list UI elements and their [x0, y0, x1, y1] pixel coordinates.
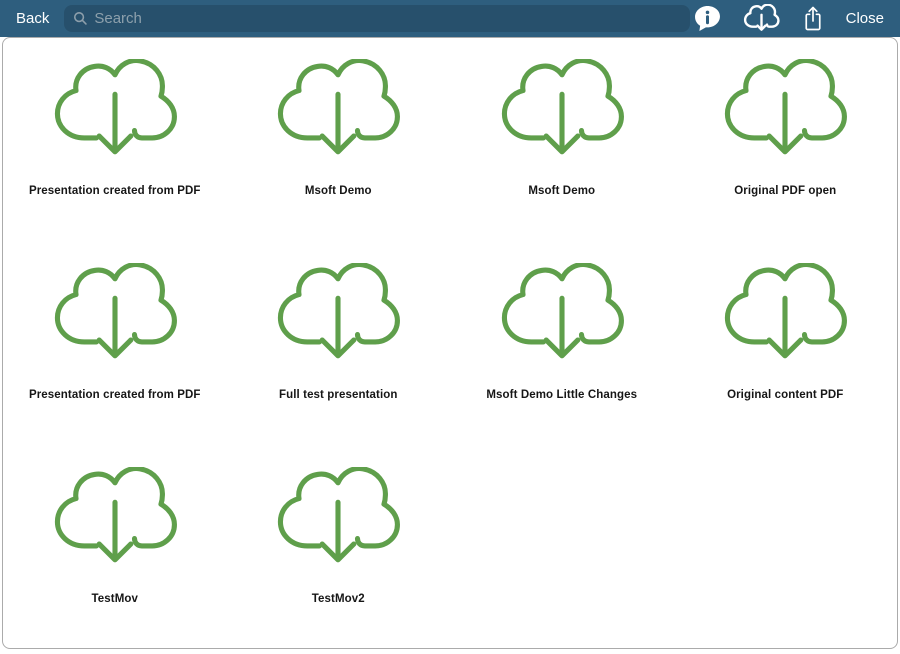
- cloud-download-icon: [273, 59, 403, 159]
- cloud-download-icon: [50, 467, 180, 567]
- file-name: TestMov2: [311, 593, 365, 606]
- file-item[interactable]: Msoft Demo Little Changes: [450, 263, 674, 467]
- file-item[interactable]: Presentation created from PDF: [3, 263, 227, 467]
- share-button[interactable]: [802, 5, 824, 32]
- toolbar: Back Search Close: [0, 0, 900, 37]
- file-name: TestMov: [91, 593, 138, 606]
- cloud-download-button[interactable]: [743, 4, 780, 33]
- info-button[interactable]: [694, 5, 721, 32]
- file-name: Msoft Demo: [304, 185, 372, 198]
- file-name: Original PDF open: [734, 185, 837, 198]
- file-item[interactable]: Msoft Demo: [227, 59, 451, 263]
- cloud-download-icon: [50, 263, 180, 363]
- cloud-download-toolbar-icon: [743, 4, 780, 31]
- share-icon: [805, 6, 821, 31]
- search-icon: [74, 11, 88, 25]
- cloud-download-icon: [273, 467, 403, 567]
- cloud-download-icon: [497, 263, 627, 363]
- info-speech-bubble-icon: [694, 6, 720, 31]
- content-panel: Presentation created from PDF Msoft Demo…: [2, 37, 898, 649]
- file-item[interactable]: Original PDF open: [674, 59, 898, 263]
- file-item[interactable]: Full test presentation: [227, 263, 451, 467]
- file-item[interactable]: TestMov: [3, 467, 227, 648]
- file-name: Msoft Demo Little Changes: [486, 389, 638, 402]
- close-button[interactable]: Close: [846, 11, 884, 26]
- cloud-download-icon: [720, 59, 850, 159]
- toolbar-actions: Close: [694, 4, 884, 33]
- search-field[interactable]: [64, 5, 691, 32]
- file-item[interactable]: TestMov2: [227, 467, 451, 648]
- file-name: Full test presentation: [279, 389, 398, 402]
- cloud-download-icon: [720, 263, 850, 363]
- file-name: Msoft Demo: [528, 185, 596, 198]
- file-grid: Presentation created from PDF Msoft Demo…: [3, 38, 898, 648]
- back-button[interactable]: Back: [16, 11, 49, 26]
- file-name: Presentation created from PDF: [28, 389, 201, 402]
- cloud-download-icon: [50, 59, 180, 159]
- cloud-download-icon: [273, 263, 403, 363]
- file-name: Presentation created from PDF: [28, 185, 201, 198]
- file-item[interactable]: Msoft Demo: [450, 59, 674, 263]
- cloud-download-icon: [497, 59, 627, 159]
- search-input[interactable]: [94, 10, 682, 27]
- file-item[interactable]: Presentation created from PDF: [3, 59, 227, 263]
- file-item[interactable]: Original content PDF: [674, 263, 898, 467]
- file-name: Original content PDF: [727, 389, 844, 402]
